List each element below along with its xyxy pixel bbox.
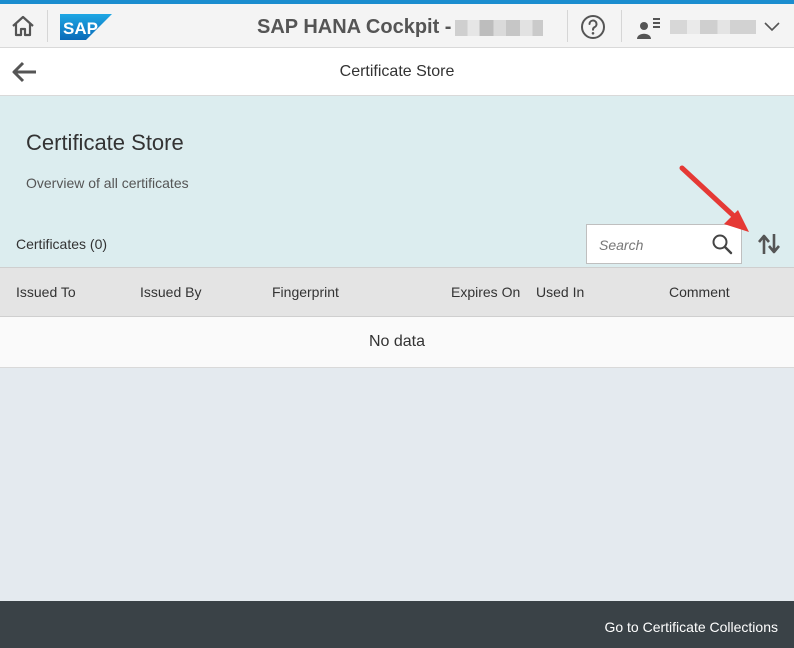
search-icon[interactable]: [711, 233, 733, 255]
search-input[interactable]: [599, 236, 699, 254]
column-header-fingerprint[interactable]: Fingerprint: [272, 284, 339, 300]
column-header-used-in[interactable]: Used In: [536, 284, 584, 300]
search-field[interactable]: [586, 224, 742, 264]
table-count-label: Certificates (0): [16, 236, 108, 252]
redacted-user-name[interactable]: [670, 20, 756, 34]
home-button[interactable]: [0, 4, 46, 48]
shell-bar: SAP SAP HANA Cockpit -: [0, 4, 794, 48]
column-header-issued-by[interactable]: Issued By: [140, 284, 201, 300]
shell-title: SAP HANA Cockpit -: [257, 16, 544, 39]
column-header-expires-on[interactable]: Expires On: [451, 284, 520, 300]
column-header-comment[interactable]: Comment: [669, 284, 730, 300]
page-subtitle: Overview of all certificates: [26, 175, 189, 191]
redacted-system-name: [455, 19, 544, 36]
no-data-text: No data: [368, 333, 426, 350]
table-header-row: Issued To Issued By Fingerprint Expires …: [0, 267, 794, 317]
footer-toolbar: Go to Certificate Collections: [0, 601, 794, 648]
column-header-issued-to[interactable]: Issued To: [16, 284, 76, 300]
shell-separator: [47, 10, 48, 42]
shell-separator: [567, 10, 568, 42]
chevron-down-icon[interactable]: [764, 20, 780, 32]
svg-text:SAP: SAP: [63, 19, 98, 38]
object-header: Certificate Store Overview of all certif…: [0, 96, 794, 267]
sap-logo: SAP: [60, 14, 112, 40]
shell-separator: [621, 10, 622, 42]
help-icon[interactable]: [580, 14, 606, 40]
shell-title-text: SAP HANA Cockpit -: [257, 16, 452, 38]
page-title: Certificate Store: [26, 130, 184, 155]
user-icon[interactable]: [636, 16, 662, 40]
home-icon: [12, 15, 34, 37]
go-to-certificate-collections-button[interactable]: Go to Certificate Collections: [604, 619, 778, 635]
sort-button[interactable]: [756, 232, 782, 256]
page-header: Certificate Store: [0, 48, 794, 96]
table-no-data-row: No data: [0, 317, 794, 368]
sort-icon: [758, 234, 780, 254]
page-header-title: Certificate Store: [339, 63, 455, 80]
